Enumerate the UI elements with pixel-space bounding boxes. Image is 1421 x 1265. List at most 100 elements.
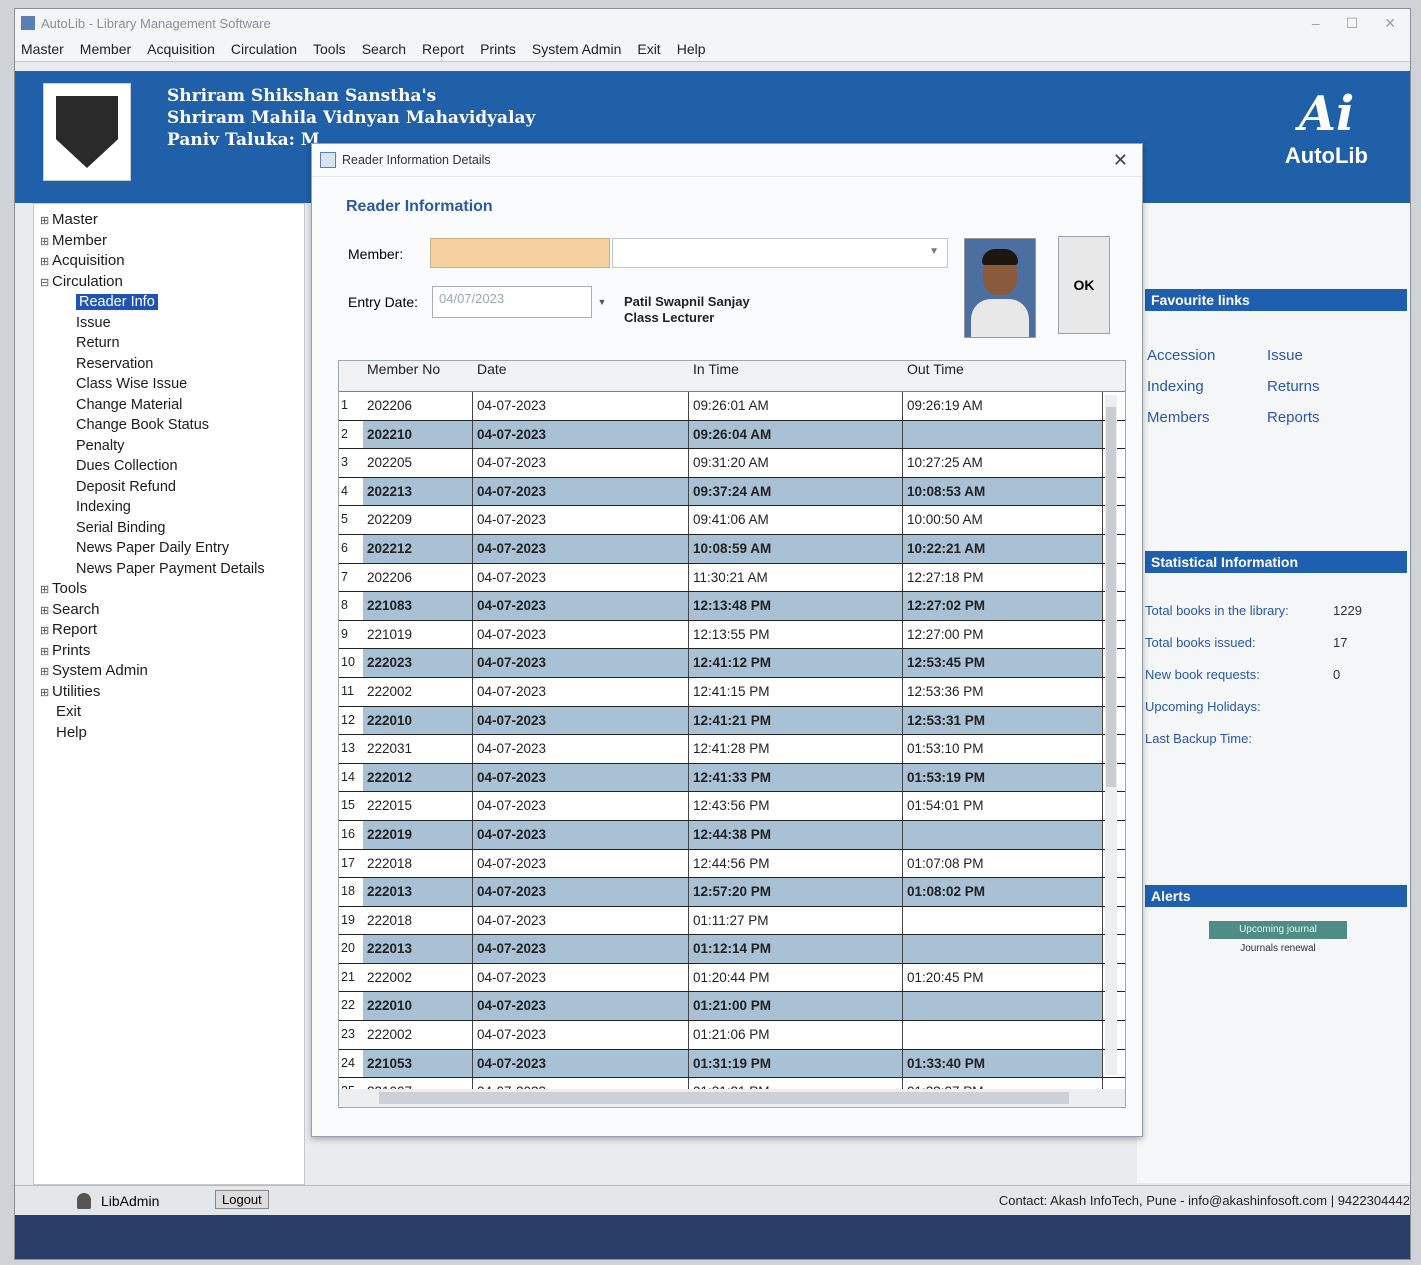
expand-icon[interactable]: ⊞ — [40, 683, 52, 704]
minimize-icon[interactable]: – — [1312, 15, 1320, 32]
tree-news-paper-daily-entry[interactable]: News Paper Daily Entry — [34, 538, 304, 559]
table-row[interactable]: 11 222002 04-07-2023 12:41:15 PM 12:53:36 PM — [339, 677, 1125, 707]
menu-prints[interactable]: Prints — [480, 41, 516, 57]
tree-change-material[interactable]: Change Material — [34, 395, 304, 416]
vertical-scrollbar[interactable] — [1105, 395, 1117, 1075]
menu-report[interactable]: Report — [422, 41, 464, 57]
link-issue[interactable]: Issue — [1267, 347, 1387, 364]
date-cell: 04-07-2023 — [473, 677, 689, 706]
table-row[interactable]: 5 202209 04-07-2023 09:41:06 AM 10:00:50 AM — [339, 506, 1125, 535]
menu-tools[interactable]: Tools — [313, 41, 346, 57]
column-date[interactable]: Date — [473, 361, 689, 391]
table-row[interactable]: 8 221083 04-07-2023 12:13:48 PM 12:27:02 PM — [339, 592, 1125, 621]
expand-icon[interactable]: ⊞ — [40, 252, 52, 273]
tree-help[interactable]: Help — [34, 723, 304, 744]
tree-report[interactable]: ⊞ Report — [34, 620, 304, 641]
table-row[interactable]: 6 202212 04-07-2023 10:08:59 AM 10:22:21 AM — [339, 534, 1125, 564]
expand-icon[interactable]: ⊞ — [40, 642, 52, 663]
tree-return[interactable]: Return — [34, 333, 304, 354]
ok-button[interactable]: OK — [1058, 236, 1110, 334]
column-in-time[interactable]: In Time — [689, 361, 903, 391]
tree-deposit-refund[interactable]: Deposit Refund — [34, 477, 304, 498]
link-indexing[interactable]: Indexing — [1147, 378, 1267, 395]
expand-icon[interactable]: ⊞ — [40, 621, 52, 642]
menu-exit[interactable]: Exit — [637, 41, 660, 57]
tree-acquisition[interactable]: ⊞ Acquisition — [34, 251, 304, 272]
column-out-time[interactable]: Out Time — [903, 361, 1103, 391]
link-members[interactable]: Members — [1147, 409, 1267, 426]
menu-search[interactable]: Search — [362, 41, 406, 57]
date-picker-icon[interactable]: ▼ — [594, 286, 610, 318]
table-row[interactable]: 2 202210 04-07-2023 09:26:04 AM — [339, 420, 1125, 450]
tree-prints[interactable]: ⊞ Prints — [34, 641, 304, 662]
logout-button[interactable]: Logout — [215, 1190, 269, 1209]
collapse-icon[interactable]: ⊟ — [40, 273, 52, 294]
tree-issue[interactable]: Issue — [34, 313, 304, 334]
entry-date-input[interactable]: 04/07/2023 — [432, 286, 592, 318]
table-row[interactable]: 22 222010 04-07-2023 01:21:00 PM — [339, 992, 1125, 1022]
table-row[interactable]: 20 222013 04-07-2023 01:12:14 PM — [339, 935, 1125, 964]
link-accession[interactable]: Accession — [1147, 347, 1267, 364]
link-reports[interactable]: Reports — [1267, 409, 1387, 426]
table-row[interactable]: 19 222018 04-07-2023 01:11:27 PM — [339, 906, 1125, 936]
tree-class-wise-issue[interactable]: Class Wise Issue — [34, 374, 304, 395]
member-label: Member: — [348, 246, 404, 262]
close-window-icon[interactable]: ✕ — [1384, 15, 1396, 32]
table-row[interactable]: 1 202206 04-07-2023 09:26:01 AM 09:26:19 AM — [339, 392, 1125, 421]
institution-logo — [43, 83, 131, 181]
column-member-no[interactable]: Member No — [363, 361, 473, 391]
chevron-down-icon[interactable]: ▼ — [929, 246, 939, 257]
table-row[interactable]: 4 202213 04-07-2023 09:37:24 AM 10:08:53 AM — [339, 477, 1125, 507]
tree-penalty[interactable]: Penalty — [34, 436, 304, 457]
table-row[interactable]: 10 222023 04-07-2023 12:41:12 PM 12:53:45 PM — [339, 649, 1125, 678]
table-row[interactable]: 21 222002 04-07-2023 01:20:44 PM 01:20:45 PM — [339, 963, 1125, 993]
table-row[interactable]: 24 221053 04-07-2023 01:31:19 PM 01:33:40 PM — [339, 1049, 1125, 1079]
tree-utilities[interactable]: ⊞ Utilities — [34, 682, 304, 703]
expand-icon[interactable]: ⊞ — [40, 601, 52, 622]
member-dropdown[interactable]: ▼ — [612, 238, 948, 268]
table-row[interactable]: 14 222012 04-07-2023 12:41:33 PM 01:53:19 PM — [339, 763, 1125, 793]
right-panel: Favourite links Accession Issue Indexing… — [1137, 203, 1410, 1183]
expand-icon[interactable]: ⊞ — [40, 580, 52, 601]
tree-change-book-status[interactable]: Change Book Status — [34, 415, 304, 436]
horizontal-scrollbar[interactable] — [339, 1089, 1125, 1107]
tree-indexing[interactable]: Indexing — [34, 497, 304, 518]
expand-icon[interactable]: ⊞ — [40, 211, 52, 232]
menu-master[interactable]: Master — [21, 41, 64, 57]
menu-help[interactable]: Help — [677, 41, 706, 57]
expand-icon[interactable]: ⊞ — [40, 232, 52, 253]
table-row[interactable]: 18 222013 04-07-2023 12:57:20 PM 01:08:02 PM — [339, 878, 1125, 907]
tree-member[interactable]: ⊞ Member — [34, 231, 304, 252]
table-row[interactable]: 13 222031 04-07-2023 12:41:28 PM 01:53:10 PM — [339, 735, 1125, 764]
table-row[interactable]: 17 222018 04-07-2023 12:44:56 PM 01:07:08 PM — [339, 849, 1125, 879]
tree-master[interactable]: ⊞ Master — [34, 210, 304, 231]
menu-circulation[interactable]: Circulation — [231, 41, 297, 57]
member-code-input[interactable] — [430, 238, 610, 268]
member-no-cell: 202206 — [363, 392, 473, 420]
link-returns[interactable]: Returns — [1267, 378, 1387, 395]
close-icon[interactable]: ✕ — [1113, 150, 1128, 171]
table-row[interactable]: 12 222010 04-07-2023 12:41:21 PM 12:53:31 PM — [339, 706, 1125, 736]
tree-reader-info[interactable]: Reader Info — [34, 292, 304, 313]
menu-acquisition[interactable]: Acquisition — [147, 41, 215, 57]
tree-tools[interactable]: ⊞ Tools — [34, 579, 304, 600]
table-row[interactable]: 15 222015 04-07-2023 12:43:56 PM 01:54:01 PM — [339, 792, 1125, 821]
menu-system-admin[interactable]: System Admin — [532, 41, 621, 57]
table-row[interactable]: 9 221019 04-07-2023 12:13:55 PM 12:27:00 PM — [339, 620, 1125, 650]
menu-member[interactable]: Member — [80, 41, 131, 57]
tree-serial-binding[interactable]: Serial Binding — [34, 518, 304, 539]
table-row[interactable]: 3 202205 04-07-2023 09:31:20 AM 10:27:25 AM — [339, 449, 1125, 478]
upcoming-journal-button[interactable]: Upcoming journal — [1209, 921, 1347, 939]
tree-dues-collection[interactable]: Dues Collection — [34, 456, 304, 477]
tree-system-admin[interactable]: ⊞ System Admin — [34, 661, 304, 682]
tree-exit[interactable]: Exit — [34, 702, 304, 723]
tree-news-paper-payment-details[interactable]: News Paper Payment Details — [34, 559, 304, 580]
tree-reservation[interactable]: Reservation — [34, 354, 304, 375]
table-row[interactable]: 23 222002 04-07-2023 01:21:06 PM — [339, 1021, 1125, 1050]
table-row[interactable]: 16 222019 04-07-2023 12:44:38 PM — [339, 820, 1125, 850]
tree-circulation[interactable]: ⊟ Circulation — [34, 272, 304, 293]
maximize-icon[interactable]: ☐ — [1346, 15, 1359, 32]
expand-icon[interactable]: ⊞ — [40, 662, 52, 683]
tree-search[interactable]: ⊞ Search — [34, 600, 304, 621]
table-row[interactable]: 7 202206 04-07-2023 11:30:21 AM 12:27:18 PM — [339, 563, 1125, 593]
